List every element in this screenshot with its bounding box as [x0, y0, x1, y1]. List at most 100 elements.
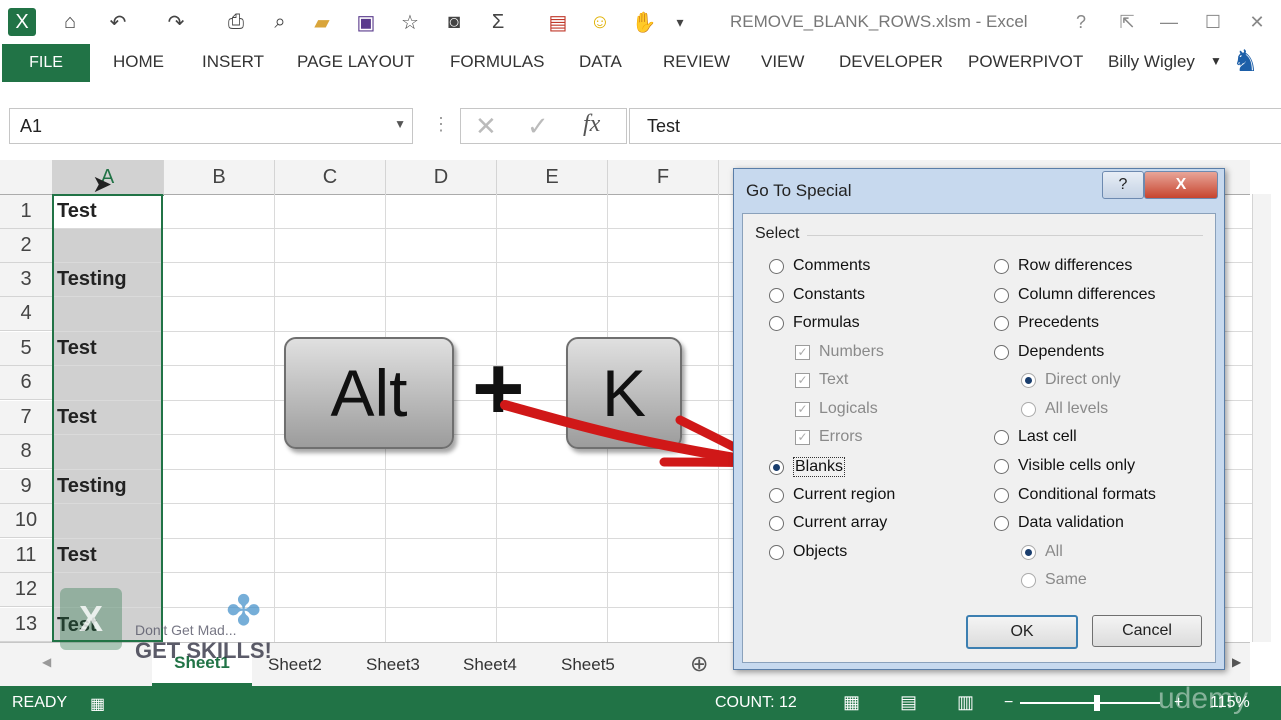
option-objects[interactable]: Objects [769, 543, 847, 561]
ok-button[interactable]: OK [966, 615, 1078, 649]
option-comments[interactable]: Comments [769, 257, 870, 275]
option-blanks[interactable]: Blanks [769, 457, 846, 477]
option-label: Errors [819, 428, 863, 445]
option-all-levels: All levels [1021, 400, 1108, 418]
cancel-button[interactable]: Cancel [1092, 615, 1202, 647]
tab-sheet2[interactable]: Sheet2 [268, 655, 322, 675]
radio[interactable] [769, 515, 784, 531]
option-current-array[interactable]: Current array [769, 514, 887, 532]
option-data-validation[interactable]: Data validation [994, 514, 1124, 532]
option-label: Visible cells only [1018, 457, 1136, 474]
option-label: Current array [793, 514, 888, 531]
option-label: Same [1045, 571, 1087, 588]
zoom-slider-thumb[interactable] [1094, 695, 1100, 711]
option-direct-only: Direct only [1021, 371, 1121, 389]
option-label: Conditional formats [1018, 486, 1156, 503]
option-label: All levels [1045, 400, 1109, 417]
option-validation-same: Same [1021, 571, 1087, 589]
dialog-help-button[interactable]: ? [1102, 171, 1144, 199]
radio[interactable] [994, 344, 1009, 360]
radio[interactable] [994, 287, 1009, 303]
check-logicals: ✓ Logicals [795, 400, 878, 418]
group-divider [807, 235, 1203, 236]
radio[interactable] [769, 459, 784, 475]
radio[interactable] [994, 315, 1009, 331]
status-count: COUNT: 12 [715, 694, 797, 711]
option-label: All [1045, 543, 1063, 560]
option-label: Formulas [793, 314, 860, 331]
tab-sheet4[interactable]: Sheet4 [463, 655, 517, 675]
radio [1021, 544, 1036, 560]
option-label: Blanks [793, 457, 846, 477]
option-formulas[interactable]: Formulas [769, 314, 860, 332]
option-label: Current region [793, 486, 896, 503]
scroll-right-icon[interactable]: ▶ [1232, 655, 1241, 669]
option-label: Objects [793, 543, 848, 560]
scroll-left-icon[interactable]: ◀ [42, 655, 51, 669]
check-text: ✓ Text [795, 371, 848, 389]
radio[interactable] [769, 544, 784, 560]
normal-view-icon[interactable]: ▦ [843, 692, 860, 713]
zoom-out-icon[interactable]: − [1004, 694, 1013, 712]
checkbox: ✓ [795, 429, 810, 445]
radio [1021, 401, 1036, 417]
option-column-differences[interactable]: Column differences [994, 286, 1156, 304]
radio[interactable] [769, 258, 784, 274]
option-conditional-formats[interactable]: Conditional formats [994, 486, 1156, 504]
option-label: Data validation [1018, 514, 1124, 531]
page-layout-view-icon[interactable]: ▤ [900, 692, 917, 713]
option-label: Row differences [1018, 257, 1133, 274]
tab-sheet5[interactable]: Sheet5 [561, 655, 615, 675]
option-label: Comments [793, 257, 871, 274]
option-validation-all: All [1021, 543, 1063, 561]
zoom-slider[interactable] [1020, 702, 1160, 704]
check-numbers: ✓ Numbers [795, 343, 884, 361]
tab-sheet3[interactable]: Sheet3 [366, 655, 420, 675]
option-label: Text [819, 371, 849, 388]
radio[interactable] [994, 515, 1009, 531]
option-label: Logicals [819, 400, 878, 417]
radio[interactable] [769, 287, 784, 303]
excel-watermark-logo: X [60, 588, 122, 650]
option-label: Last cell [1018, 428, 1077, 445]
option-label: Constants [793, 286, 866, 303]
radio[interactable] [994, 458, 1009, 474]
option-precedents[interactable]: Precedents [994, 314, 1099, 332]
radio [1021, 372, 1036, 388]
check-errors: ✓ Errors [795, 428, 863, 446]
udemy-watermark: udemy [1158, 682, 1249, 715]
option-row-differences[interactable]: Row differences [994, 257, 1132, 275]
radio[interactable] [769, 487, 784, 503]
option-label: Dependents [1018, 343, 1105, 360]
option-label: Numbers [819, 343, 884, 360]
dialog-body: Select Comments Constants Formulas ✓ Numb… [742, 213, 1216, 663]
checkbox: ✓ [795, 344, 810, 360]
checkbox: ✓ [795, 401, 810, 417]
option-last-cell[interactable]: Last cell [994, 428, 1077, 446]
watermark-figure-icon: ✤ [226, 587, 262, 634]
option-visible-cells-only[interactable]: Visible cells only [994, 457, 1135, 475]
page-break-view-icon[interactable]: ▥ [957, 692, 974, 713]
add-sheet-icon[interactable]: ⊕ [690, 651, 708, 677]
watermark-line2: GET SKILLS! [135, 638, 272, 663]
option-current-region[interactable]: Current region [769, 486, 895, 504]
select-group-label: Select [755, 225, 800, 242]
radio[interactable] [994, 429, 1009, 445]
status-mode: READY [12, 694, 68, 711]
macro-record-icon[interactable]: ▦ [90, 694, 105, 714]
go-to-special-dialog: Go To Special ? X Select Comments Consta… [733, 168, 1225, 670]
radio [1021, 572, 1036, 588]
radio[interactable] [994, 487, 1009, 503]
option-label: Precedents [1018, 314, 1099, 331]
checkbox: ✓ [795, 372, 810, 388]
radio[interactable] [769, 315, 784, 331]
status-bar: READY ▦ COUNT: 12 ▦ ▤ ▥ − + 115% udemy [0, 682, 1281, 720]
option-label: Column differences [1018, 286, 1156, 303]
option-label: Direct only [1045, 371, 1121, 388]
option-constants[interactable]: Constants [769, 286, 865, 304]
dialog-close-button[interactable]: X [1144, 171, 1218, 199]
watermark-line1: Don't Get Mad... [135, 622, 237, 638]
option-dependents[interactable]: Dependents [994, 343, 1104, 361]
dialog-title: Go To Special [746, 181, 852, 200]
radio[interactable] [994, 258, 1009, 274]
